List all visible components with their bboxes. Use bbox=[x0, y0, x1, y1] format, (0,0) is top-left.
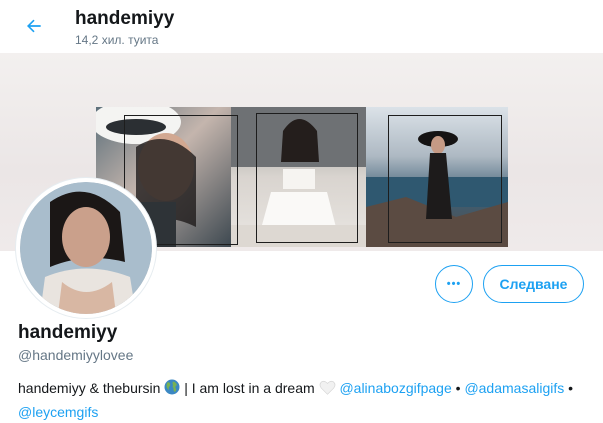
profile-name: handemiyy bbox=[18, 322, 118, 343]
more-options-button[interactable]: ••• bbox=[435, 265, 473, 303]
avatar-image bbox=[20, 182, 152, 314]
collage-frame-right bbox=[388, 115, 502, 243]
tweet-count: 14,2 хил. туита bbox=[75, 33, 159, 47]
profile-handle: @handemiyylovee bbox=[18, 347, 134, 363]
globe-emoji-icon bbox=[164, 379, 180, 401]
back-button[interactable] bbox=[20, 12, 48, 40]
follow-button[interactable]: Следване bbox=[483, 265, 584, 303]
bio-separator: • bbox=[568, 380, 574, 396]
bio-link-leycemgifs[interactable]: @leycemgifs bbox=[18, 404, 98, 420]
profile-header: handemiyy 14,2 хил. туита bbox=[0, 0, 603, 52]
header-title: handemiyy bbox=[75, 8, 175, 29]
more-dots-icon: ••• bbox=[446, 278, 462, 290]
bio-separator: • bbox=[455, 380, 461, 396]
avatar-photo bbox=[20, 182, 152, 314]
collage-frame-mid bbox=[256, 113, 358, 243]
profile-avatar[interactable] bbox=[16, 178, 156, 318]
profile-bio: handemiyy & thebursin | I am lost in a d… bbox=[18, 377, 588, 423]
white-heart-emoji-icon bbox=[319, 379, 336, 401]
bio-link-adamasaligifs[interactable]: @adamasaligifs bbox=[464, 380, 564, 396]
bio-text-1: handemiyy & thebursin bbox=[18, 380, 161, 396]
banner-collage-image bbox=[96, 107, 508, 247]
arrow-left-icon bbox=[27, 19, 41, 33]
bio-text-2: | I am lost in a dream bbox=[184, 380, 315, 396]
bio-link-alinabozgifpage[interactable]: @alinabozgifpage bbox=[339, 380, 451, 396]
